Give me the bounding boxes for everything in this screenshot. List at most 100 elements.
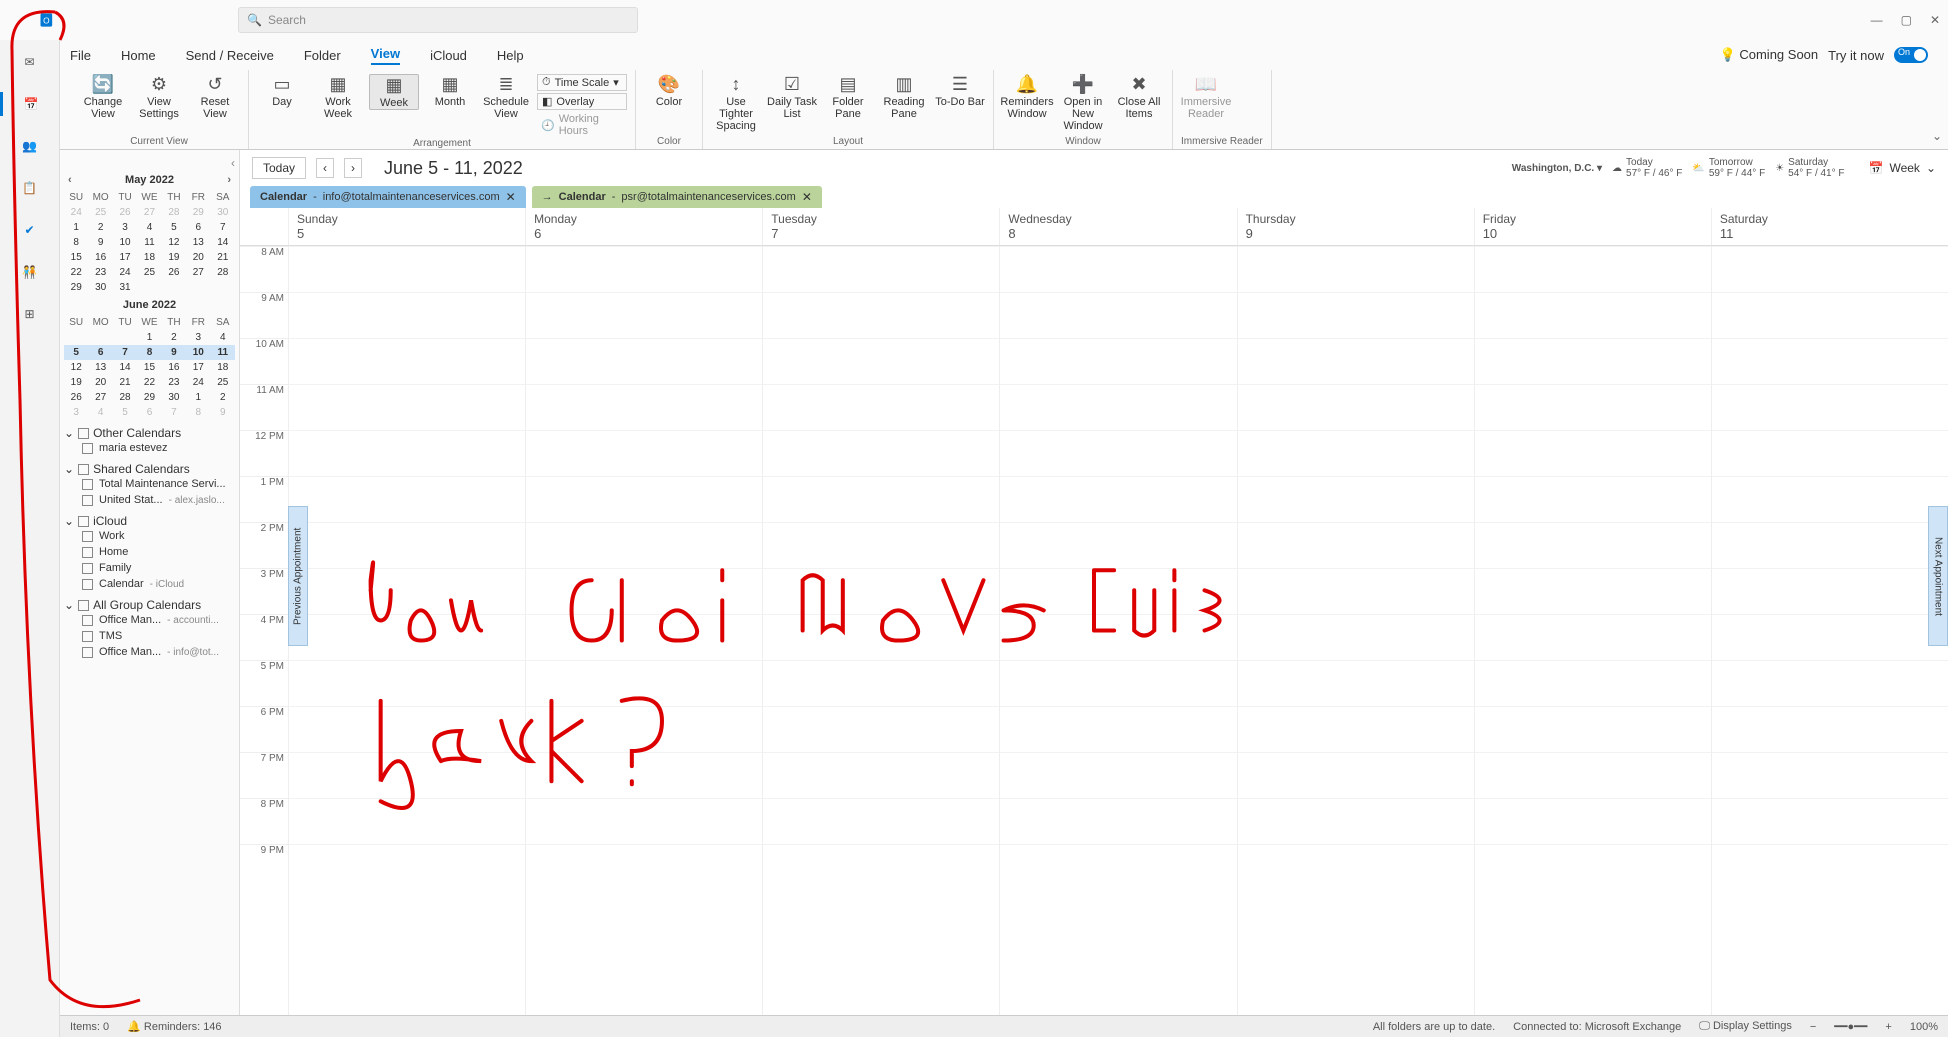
calendar-checkbox[interactable]	[82, 615, 93, 626]
mini-cal-day[interactable]: 22	[64, 265, 88, 280]
mini-cal-day[interactable]: 11	[211, 345, 235, 360]
day-column[interactable]	[288, 246, 525, 1015]
mini-cal-day[interactable]: 15	[137, 360, 161, 375]
time-slot[interactable]	[526, 430, 762, 476]
time-slot[interactable]	[763, 614, 999, 660]
mini-cal-day[interactable]: 8	[64, 235, 88, 250]
calendar-checkbox[interactable]	[82, 579, 93, 590]
zoom-out-button[interactable]: −	[1810, 1021, 1816, 1033]
time-slot[interactable]	[1238, 752, 1474, 798]
mini-cal-day[interactable]: 24	[64, 205, 88, 220]
time-slot[interactable]	[289, 844, 525, 890]
day-column[interactable]	[762, 246, 999, 1015]
mini-cal-day[interactable]: 2	[211, 390, 235, 405]
time-slot[interactable]	[289, 522, 525, 568]
mini-cal-day[interactable]: 29	[64, 280, 88, 295]
mail-icon[interactable]: ✉	[18, 50, 42, 74]
time-slot[interactable]	[1238, 522, 1474, 568]
time-slot[interactable]	[526, 798, 762, 844]
time-slot[interactable]	[1238, 568, 1474, 614]
day-column[interactable]	[1237, 246, 1474, 1015]
time-slot[interactable]	[526, 844, 762, 890]
view-selector[interactable]: 📅 Week ⌄	[1869, 161, 1936, 175]
day-header[interactable]: Sunday5	[288, 208, 525, 245]
change-view-button[interactable]: 🔄Change View	[78, 74, 128, 120]
calendar-tab[interactable]: → Calendar - psr@totalmaintenanceservice…	[532, 186, 822, 208]
group-checkbox[interactable]	[78, 516, 89, 527]
people-icon[interactable]: 👥	[18, 134, 42, 158]
time-slot[interactable]	[1000, 522, 1236, 568]
time-slot[interactable]	[289, 706, 525, 752]
day-header[interactable]: Wednesday8	[999, 208, 1236, 245]
calendar-item[interactable]: Calendar- iCloud	[64, 576, 235, 592]
mini-cal-day[interactable]: 9	[211, 405, 235, 420]
mini-cal-day[interactable]: 17	[186, 360, 210, 375]
time-slot[interactable]	[763, 476, 999, 522]
mini-cal-day[interactable]: 3	[64, 405, 88, 420]
mini-cal-day[interactable]: 28	[113, 390, 137, 405]
mini-cal-day[interactable]: 6	[88, 345, 112, 360]
mini-cal-day[interactable]: 3	[186, 330, 210, 345]
reminders-window-button[interactable]: 🔔Reminders Window	[1002, 74, 1052, 120]
close-icon[interactable]: ✕	[1930, 13, 1940, 27]
mini-cal-day[interactable]: 21	[113, 375, 137, 390]
calendar-item[interactable]: United Stat...- alex.jaslo...	[64, 492, 235, 508]
time-slot[interactable]	[1000, 752, 1236, 798]
mini-cal-day[interactable]: 9	[88, 235, 112, 250]
next-appointment-handle[interactable]: Next Appointment	[1928, 506, 1948, 646]
mini-cal-day[interactable]: 3	[113, 220, 137, 235]
tab-icloud[interactable]: iCloud	[430, 48, 467, 63]
time-slot[interactable]	[763, 384, 999, 430]
mini-cal-day[interactable]: 24	[113, 265, 137, 280]
mini-cal-day[interactable]: 1	[64, 220, 88, 235]
day-column[interactable]	[525, 246, 762, 1015]
mini-cal-day[interactable]: 30	[162, 390, 186, 405]
mini-cal-day[interactable]: 25	[88, 205, 112, 220]
time-scale-button[interactable]: ⏱ Time Scale ▾	[537, 74, 627, 91]
time-slot[interactable]	[1238, 798, 1474, 844]
mini-cal-day[interactable]: 29	[137, 390, 161, 405]
time-slot[interactable]	[526, 338, 762, 384]
time-slot[interactable]	[1238, 614, 1474, 660]
mini-cal-day[interactable]: 16	[88, 250, 112, 265]
today-button[interactable]: Today	[252, 157, 306, 179]
todo-icon[interactable]: ✔	[18, 218, 42, 242]
time-slot[interactable]	[526, 384, 762, 430]
time-slot[interactable]	[289, 476, 525, 522]
time-slot[interactable]	[526, 752, 762, 798]
time-slot[interactable]	[1712, 844, 1948, 890]
mini-cal-day[interactable]	[211, 280, 235, 295]
group-checkbox[interactable]	[78, 600, 89, 611]
time-slot[interactable]	[763, 798, 999, 844]
time-slot[interactable]	[289, 798, 525, 844]
mini-cal-day[interactable]: 5	[113, 405, 137, 420]
calendar-checkbox[interactable]	[82, 563, 93, 574]
time-slot[interactable]	[1475, 522, 1711, 568]
time-slot[interactable]	[1475, 798, 1711, 844]
mini-cal-day[interactable]: 7	[211, 220, 235, 235]
day-header[interactable]: Monday6	[525, 208, 762, 245]
group-checkbox[interactable]	[78, 428, 89, 439]
time-slot[interactable]	[763, 752, 999, 798]
mini-cal-day[interactable]: 16	[162, 360, 186, 375]
tab-send-receive[interactable]: Send / Receive	[186, 48, 274, 63]
time-slot[interactable]	[1475, 246, 1711, 292]
time-slot[interactable]	[763, 522, 999, 568]
time-slot[interactable]	[1475, 614, 1711, 660]
time-slot[interactable]	[1475, 384, 1711, 430]
mini-cal-day[interactable]: 4	[211, 330, 235, 345]
time-slot[interactable]	[1000, 338, 1236, 384]
time-slot[interactable]	[526, 706, 762, 752]
time-slot[interactable]	[1712, 246, 1948, 292]
time-slot[interactable]	[763, 338, 999, 384]
day-header[interactable]: Friday10	[1474, 208, 1711, 245]
mini-cal-day[interactable]: 1	[186, 390, 210, 405]
calendar-item[interactable]: TMS	[64, 628, 235, 644]
mini-cal-day[interactable]: 30	[211, 205, 235, 220]
work-week-button[interactable]: ▦Work Week	[313, 74, 363, 120]
mini-cal-day[interactable]: 26	[162, 265, 186, 280]
calendar-checkbox[interactable]	[82, 547, 93, 558]
mini-cal-day[interactable]: 1	[137, 330, 161, 345]
contacts-icon[interactable]: 🧑‍🤝‍🧑	[18, 260, 42, 284]
try-it-toggle[interactable]: On	[1894, 47, 1928, 63]
